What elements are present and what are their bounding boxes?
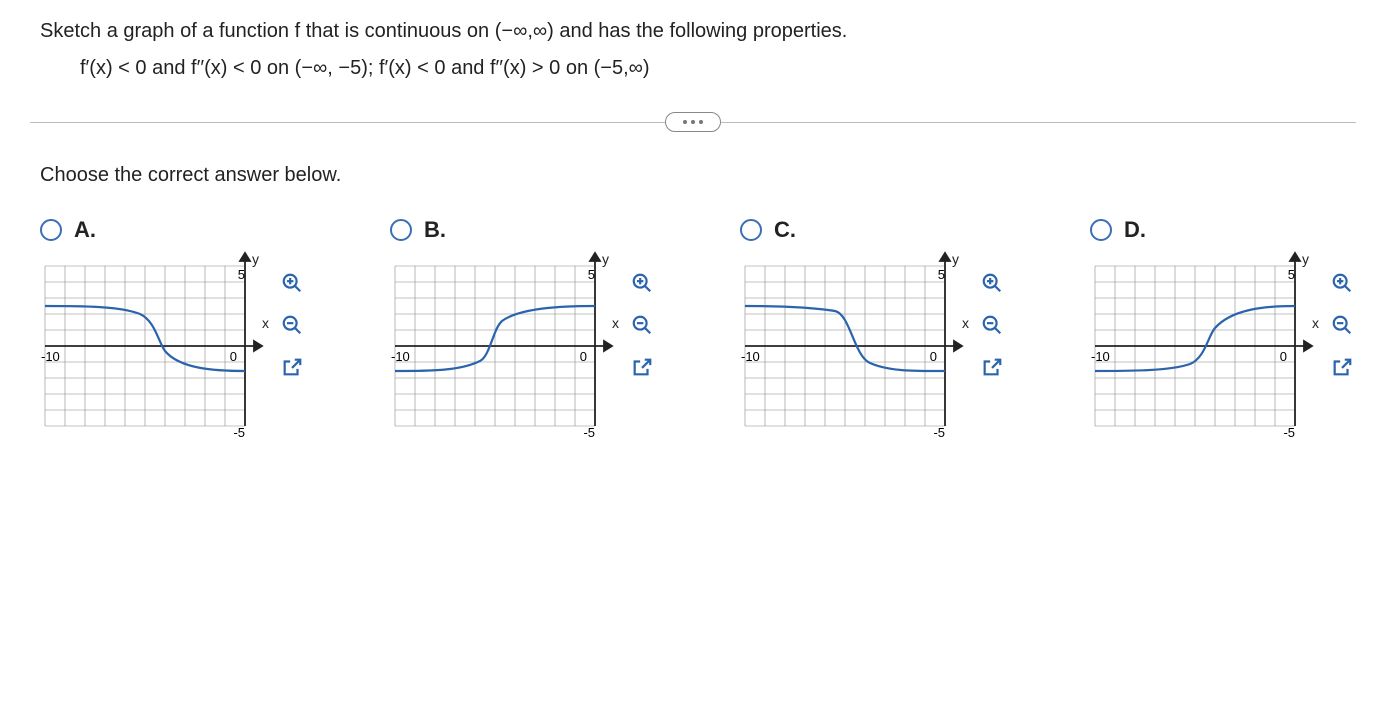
- x-axis-label: x: [962, 315, 969, 331]
- popout-icon[interactable]: [278, 353, 306, 381]
- svg-text:5: 5: [238, 267, 245, 282]
- zoom-out-icon[interactable]: [978, 311, 1006, 339]
- zoom-in-icon[interactable]: [278, 269, 306, 297]
- svg-text:-5: -5: [233, 425, 245, 440]
- svg-text:-10: -10: [391, 349, 410, 364]
- y-axis-label: y: [252, 251, 259, 267]
- zoom-in-icon[interactable]: [978, 269, 1006, 297]
- option-d: D. 5 -5 -10: [1090, 217, 1386, 451]
- zoom-in-icon[interactable]: [1328, 269, 1356, 297]
- zoom-out-icon[interactable]: [628, 311, 656, 339]
- radio-a[interactable]: [40, 219, 62, 241]
- x-axis-label: x: [1312, 315, 1319, 331]
- radio-d[interactable]: [1090, 219, 1112, 241]
- svg-text:-5: -5: [583, 425, 595, 440]
- svg-text:5: 5: [588, 267, 595, 282]
- zoom-out-icon[interactable]: [278, 311, 306, 339]
- x-axis-label: x: [612, 315, 619, 331]
- expand-pill[interactable]: [665, 112, 721, 132]
- svg-text:-5: -5: [1283, 425, 1295, 440]
- svg-text:-10: -10: [741, 349, 760, 364]
- graph-c: 5 -5 -10 0 y x: [740, 251, 970, 451]
- y-axis-label: y: [1302, 251, 1309, 267]
- radio-b[interactable]: [390, 219, 412, 241]
- option-a: A. 5 -5 -10: [40, 217, 350, 451]
- svg-text:0: 0: [230, 349, 237, 364]
- svg-text:-5: -5: [933, 425, 945, 440]
- options-row: A. 5 -5 -10: [40, 217, 1346, 451]
- question-line-2: f′(x) < 0 and f′′(x) < 0 on (−∞, −5); f′…: [80, 57, 1346, 80]
- svg-text:-10: -10: [1091, 349, 1110, 364]
- graph-d: 5 -5 -10 0 y x: [1090, 251, 1320, 451]
- svg-text:-10: -10: [41, 349, 60, 364]
- option-b: B. 5 -5 -10: [390, 217, 700, 451]
- zoom-out-icon[interactable]: [1328, 311, 1356, 339]
- option-letter-c: C.: [774, 217, 796, 243]
- divider: [40, 110, 1346, 134]
- y-axis-label: y: [602, 251, 609, 267]
- option-letter-b: B.: [424, 217, 446, 243]
- question-line-1: Sketch a graph of a function f that is c…: [40, 20, 1346, 43]
- svg-text:0: 0: [930, 349, 937, 364]
- svg-text:0: 0: [580, 349, 587, 364]
- option-letter-d: D.: [1124, 217, 1146, 243]
- x-axis-label: x: [262, 315, 269, 331]
- popout-icon[interactable]: [978, 353, 1006, 381]
- svg-text:5: 5: [1288, 267, 1295, 282]
- radio-c[interactable]: [740, 219, 762, 241]
- graph-b: 5 -5 -10 0 y x: [390, 251, 620, 451]
- popout-icon[interactable]: [628, 353, 656, 381]
- choose-prompt: Choose the correct answer below.: [40, 164, 1346, 187]
- svg-text:0: 0: [1280, 349, 1287, 364]
- graph-a: 5 -5 -10 0 y x: [40, 251, 270, 451]
- option-letter-a: A.: [74, 217, 96, 243]
- y-axis-label: y: [952, 251, 959, 267]
- svg-text:5: 5: [938, 267, 945, 282]
- popout-icon[interactable]: [1328, 353, 1356, 381]
- zoom-in-icon[interactable]: [628, 269, 656, 297]
- option-c: C. 5 -5 -10: [740, 217, 1050, 451]
